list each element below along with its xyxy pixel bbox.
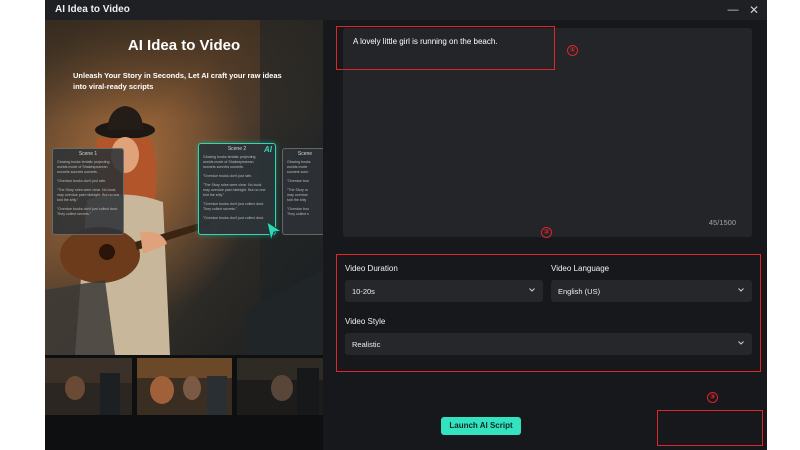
annotation-number-3: ③ [707, 392, 718, 403]
thumbnail-strip [45, 358, 323, 416]
annotation-number-1: ① [567, 45, 578, 56]
annotation-box-settings [336, 254, 761, 372]
close-icon[interactable]: ✕ [746, 2, 762, 18]
thumbnail-2[interactable] [137, 358, 232, 415]
scene-title: Scene [297, 151, 313, 157]
preview-panel: AI Idea to Video Unleash Your Story in S… [45, 20, 323, 450]
thumbnail-3[interactable] [237, 358, 323, 415]
character-count: 45/1500 [708, 218, 736, 227]
hero-heading: AI Idea to Video [127, 37, 241, 54]
launch-ai-script-button[interactable]: Launch AI Script [441, 417, 521, 435]
cursor-arrow-icon [266, 221, 283, 242]
title-bar: AI Idea to Video — ✕ [45, 0, 767, 20]
minimize-icon[interactable]: — [725, 2, 741, 18]
annotation-box-prompt [336, 26, 555, 70]
scene-line: They collect secrets." [57, 212, 92, 216]
annotation-number-2: ② [541, 227, 552, 238]
annotation-box-launch [657, 410, 763, 446]
scene-line: They collect s [287, 212, 309, 216]
hero-subheading: Unleash Your Story in Seconds, Let AI cr… [73, 71, 282, 91]
hero-image: AI Idea to Video Unleash Your Story in S… [45, 20, 323, 355]
scene-line: "Overdue books don't just collect dust. [203, 216, 264, 220]
scene-card-1: Scene 1 Glowing books tentalic projectin… [52, 148, 124, 235]
scene-card-3: Scene Glowing books worlds mode sonnets … [282, 148, 323, 235]
thumbnail-1[interactable] [45, 358, 132, 415]
scene-title: Scene 1 [78, 151, 98, 157]
window-title: AI Idea to Video [55, 4, 130, 15]
ai-badge: AI [264, 145, 272, 154]
scene-title: Scene 2 [227, 146, 247, 152]
